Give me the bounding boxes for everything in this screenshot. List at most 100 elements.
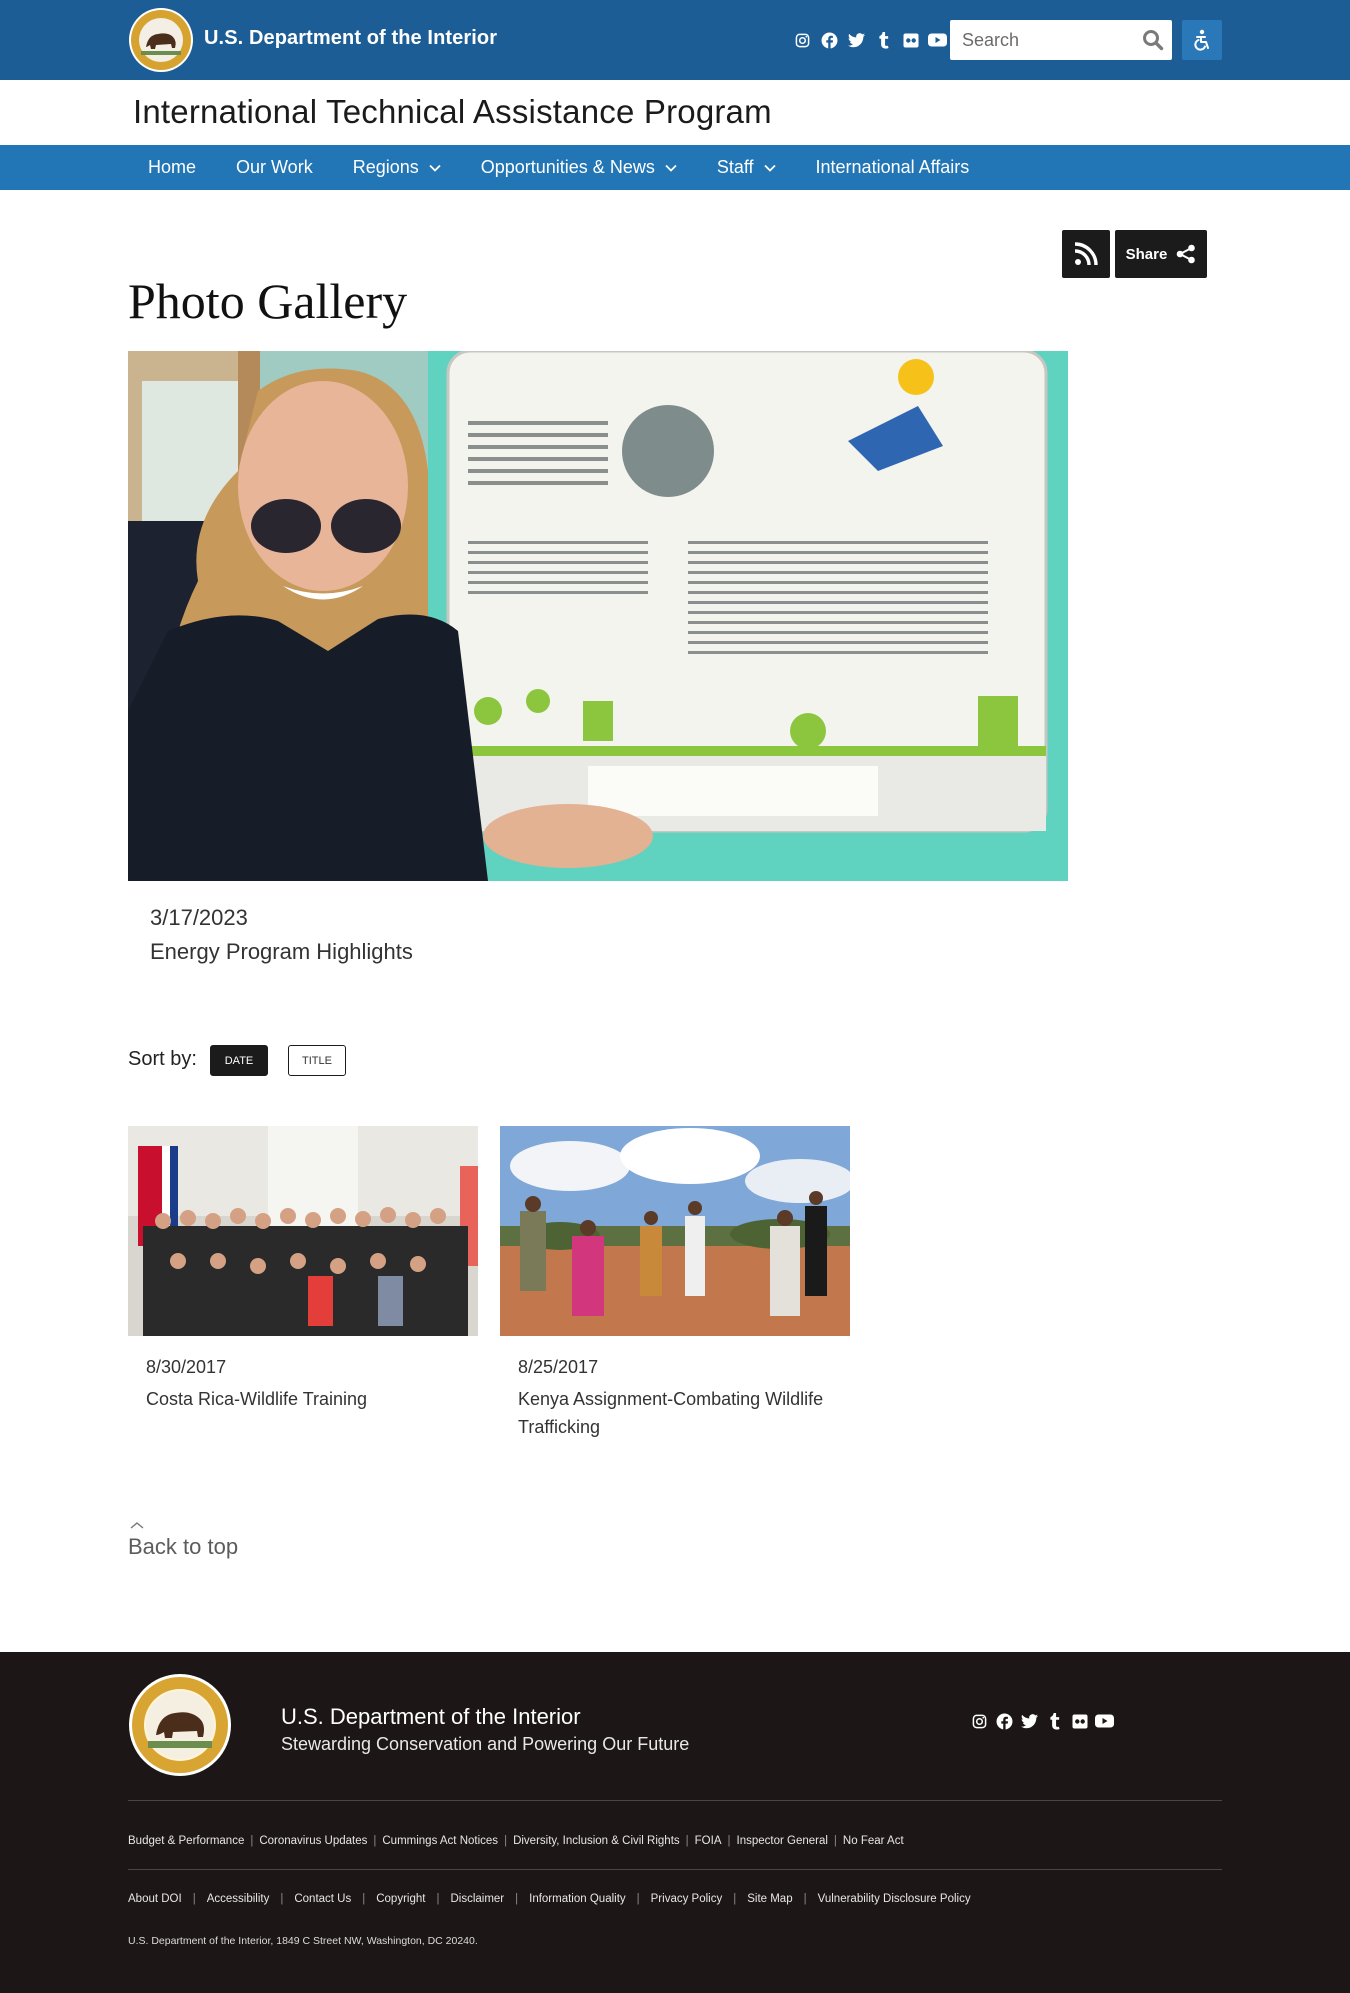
facebook-icon[interactable] xyxy=(994,1709,1015,1733)
tumblr-icon[interactable] xyxy=(873,28,894,52)
footer-link-label: Diversity, Inclusion & Civil Rights xyxy=(513,1835,680,1847)
featured-date: 3/17/2023 xyxy=(150,905,248,930)
twitter-icon[interactable] xyxy=(1019,1709,1040,1733)
footer-link-budget-performance[interactable]: Budget & Performance xyxy=(128,1835,244,1847)
gallery-card-date: 8/25/2017 xyxy=(518,1357,599,1377)
flickr-icon[interactable] xyxy=(1069,1709,1090,1733)
footer-link-cummings-act[interactable]: Cummings Act Notices xyxy=(367,1835,498,1847)
instagram-icon[interactable] xyxy=(792,28,813,52)
back-to-top-link[interactable]: Back to top xyxy=(128,1520,238,1560)
footer-link-label: Coronavirus Updates xyxy=(259,1835,368,1847)
footer-link-coronavirus-updates[interactable]: Coronavirus Updates xyxy=(244,1835,367,1847)
share-icon xyxy=(1177,244,1196,264)
footer-link-about-doi[interactable]: About DOI xyxy=(128,1893,182,1905)
footer-link-privacy-policy[interactable]: Privacy Policy xyxy=(626,1893,723,1905)
agency-name[interactable]: U.S. Department of the Interior xyxy=(204,27,497,50)
gallery-card[interactable]: 8/30/2017 Costa Rica-Wildlife Training xyxy=(128,1126,478,1409)
footer-link-information-quality[interactable]: Information Quality xyxy=(504,1893,626,1905)
search-icon[interactable] xyxy=(1142,29,1164,51)
footer-address: U.S. Department of the Interior, 1849 C … xyxy=(128,1935,478,1947)
header-social-links xyxy=(792,28,948,52)
footer-link-label: Disclaimer xyxy=(450,1893,505,1905)
gallery-card-image xyxy=(500,1126,850,1336)
twitter-icon[interactable] xyxy=(846,28,867,52)
footer-link-foia[interactable]: FOIA xyxy=(680,1835,722,1847)
tumblr-icon[interactable] xyxy=(1044,1709,1065,1733)
footer-links-primary: Budget & Performance Coronavirus Updates… xyxy=(128,1835,904,1847)
doi-seal-logo[interactable] xyxy=(128,7,194,73)
chevron-up-icon xyxy=(130,1522,144,1529)
facebook-icon[interactable] xyxy=(819,28,840,52)
footer-tagline: Stewarding Conservation and Powering Our… xyxy=(281,1734,690,1754)
footer-link-label: Copyright xyxy=(376,1893,426,1905)
footer-link-label: Information Quality xyxy=(529,1893,626,1905)
footer-org-name: U.S. Department of the Interior xyxy=(281,1704,581,1729)
nav-list: Home Our Work Regions Opportunities & Ne… xyxy=(128,145,989,190)
gallery-card[interactable]: 8/25/2017 Kenya Assignment-Combating Wil… xyxy=(500,1126,850,1437)
gallery-card-title[interactable]: Costa Rica-Wildlife Training xyxy=(146,1385,456,1413)
featured-photo[interactable] xyxy=(128,351,1068,881)
featured-title[interactable]: Energy Program Highlights xyxy=(150,939,413,965)
site-title[interactable]: International Technical Assistance Progr… xyxy=(133,93,772,131)
sort-label: Sort by: xyxy=(128,1048,197,1070)
rss-feed-button[interactable] xyxy=(1062,230,1110,278)
page-title: Photo Gallery xyxy=(128,273,408,329)
site-footer: U.S. Department of the Interior Stewardi… xyxy=(0,1652,1350,1993)
nav-item-label: Home xyxy=(148,157,197,177)
share-label: Share xyxy=(1125,245,1168,263)
nav-item-regions[interactable]: Regions xyxy=(333,145,461,190)
footer-link-label: Contact Us xyxy=(294,1893,352,1905)
rss-icon xyxy=(1074,242,1098,266)
back-to-top-label: Back to top xyxy=(128,1534,239,1559)
featured-photo-image xyxy=(128,351,1068,881)
sort-by-title-button[interactable]: TITLE xyxy=(288,1045,346,1076)
accessibility-button[interactable] xyxy=(1182,20,1222,60)
footer-link-label: Vulnerability Disclosure Policy xyxy=(817,1893,971,1905)
footer-link-label: Cummings Act Notices xyxy=(382,1835,499,1847)
footer-link-disclaimer[interactable]: Disclaimer xyxy=(425,1893,504,1905)
share-button[interactable]: Share xyxy=(1115,230,1207,278)
footer-social-links xyxy=(969,1709,1115,1733)
flickr-icon[interactable] xyxy=(900,28,921,52)
gallery-card-image xyxy=(128,1126,478,1336)
footer-link-contact-us[interactable]: Contact Us xyxy=(269,1893,351,1905)
nav-item-staff[interactable]: Staff xyxy=(697,145,796,190)
footer-link-site-map[interactable]: Site Map xyxy=(722,1893,792,1905)
footer-link-label: Inspector General xyxy=(736,1835,828,1847)
footer-link-vulnerability-disclosure[interactable]: Vulnerability Disclosure Policy xyxy=(793,1893,971,1905)
footer-link-label: Privacy Policy xyxy=(650,1893,723,1905)
footer-link-label: FOIA xyxy=(694,1835,722,1847)
chevron-down-icon xyxy=(665,164,677,172)
nav-item-label: Opportunities & News xyxy=(480,157,655,177)
footer-link-no-fear-act[interactable]: No Fear Act xyxy=(828,1835,904,1847)
sort-by-date-button[interactable]: DATE xyxy=(210,1045,268,1076)
search-input[interactable] xyxy=(950,20,1135,60)
search-box xyxy=(950,20,1172,60)
nav-item-label: International Affairs xyxy=(815,157,970,177)
footer-link-label: No Fear Act xyxy=(842,1835,904,1847)
top-header-bar: U.S. Department of the Interior xyxy=(0,0,1350,80)
nav-item-our-work[interactable]: Our Work xyxy=(216,145,333,190)
instagram-icon[interactable] xyxy=(969,1709,990,1733)
footer-link-label: Budget & Performance xyxy=(128,1835,245,1847)
footer-link-inspector-general[interactable]: Inspector General xyxy=(722,1835,828,1847)
main-navigation: Home Our Work Regions Opportunities & Ne… xyxy=(0,145,1350,190)
chevron-down-icon xyxy=(763,164,776,172)
nav-item-label: Regions xyxy=(352,157,419,177)
nav-item-international-affairs[interactable]: International Affairs xyxy=(796,145,990,190)
footer-link-label: Accessibility xyxy=(206,1893,270,1905)
youtube-icon[interactable] xyxy=(1094,1709,1115,1733)
footer-link-label: Site Map xyxy=(747,1893,793,1905)
footer-divider xyxy=(128,1869,1222,1870)
nav-item-label: Our Work xyxy=(236,157,313,177)
doi-seal-logo[interactable] xyxy=(128,1673,232,1777)
youtube-icon[interactable] xyxy=(927,28,948,52)
gallery-card-title[interactable]: Kenya Assignment-Combating Wildlife Traf… xyxy=(518,1385,828,1441)
footer-link-copyright[interactable]: Copyright xyxy=(351,1893,425,1905)
footer-link-diversity[interactable]: Diversity, Inclusion & Civil Rights xyxy=(498,1835,680,1847)
nav-item-home[interactable]: Home xyxy=(128,145,216,190)
footer-link-accessibility[interactable]: Accessibility xyxy=(182,1893,270,1905)
footer-links-secondary: About DOI Accessibility Contact Us Copyr… xyxy=(128,1893,971,1905)
chevron-down-icon xyxy=(429,164,441,172)
nav-item-opportunities-news[interactable]: Opportunities & News xyxy=(461,145,697,190)
